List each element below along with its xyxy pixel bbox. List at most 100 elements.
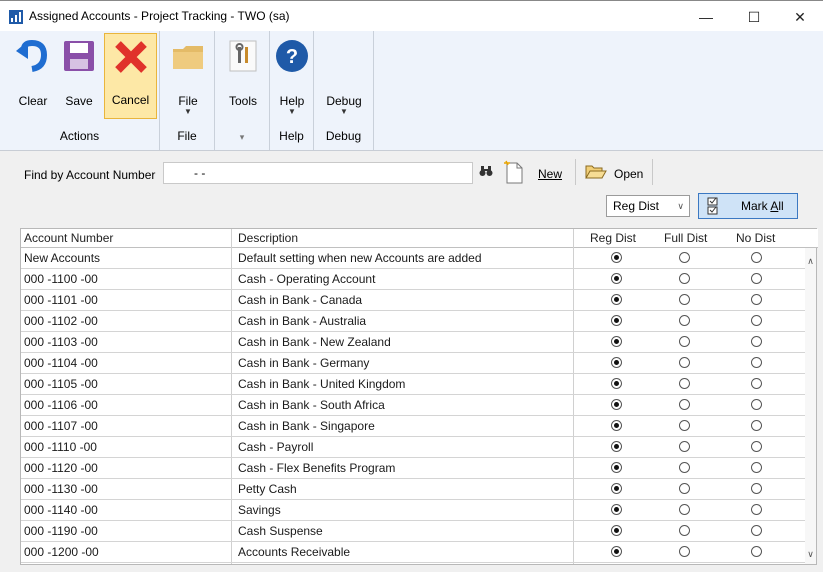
- reg-dist-radio[interactable]: [611, 525, 622, 536]
- full-dist-radio[interactable]: [679, 525, 690, 536]
- table-row[interactable]: 000 -1200 -00 Accounts Receivable: [21, 542, 806, 563]
- reg-dist-radio[interactable]: [611, 546, 622, 557]
- actions-group-label: Actions: [59, 129, 100, 143]
- save-button[interactable]: Save: [58, 37, 100, 115]
- no-dist-radio[interactable]: [751, 399, 762, 410]
- full-dist-radio[interactable]: [679, 315, 690, 326]
- table-row[interactable]: 000 -1130 -00 Petty Cash: [21, 479, 806, 500]
- table-row[interactable]: 000 -1140 -00 Savings: [21, 500, 806, 521]
- reg-dist-radio[interactable]: [611, 504, 622, 515]
- full-dist-radio[interactable]: [679, 483, 690, 494]
- full-dist-radio[interactable]: [679, 546, 690, 557]
- maximize-button[interactable]: ☐: [731, 4, 777, 30]
- reg-dist-radio[interactable]: [611, 357, 622, 368]
- reg-dist-radio[interactable]: [611, 399, 622, 410]
- tools-icon: [229, 40, 257, 72]
- table-row[interactable]: 000 -1107 -00 Cash in Bank - Singapore: [21, 416, 806, 437]
- vertical-scrollbar[interactable]: ∧ ∨: [805, 248, 816, 564]
- reg-dist-radio[interactable]: [611, 273, 622, 284]
- table-row[interactable]: New Accounts Default setting when new Acc…: [21, 248, 806, 269]
- no-dist-radio[interactable]: [751, 315, 762, 326]
- no-dist-radio[interactable]: [751, 462, 762, 473]
- folder-icon: [173, 46, 203, 69]
- table-row[interactable]: 000 -1103 -00 Cash in Bank - New Zealand: [21, 332, 806, 353]
- help-button[interactable]: ? Help ▼: [272, 37, 312, 116]
- column-account-number[interactable]: Account Number: [24, 231, 113, 245]
- file-button[interactable]: File ▼: [168, 37, 208, 116]
- close-button[interactable]: ✕: [777, 4, 823, 30]
- full-dist-radio[interactable]: [679, 441, 690, 452]
- table-row[interactable]: 000 -1190 -00 Cash Suspense: [21, 521, 806, 542]
- tools-button[interactable]: Tools: [223, 37, 263, 115]
- account-number-input[interactable]: - -: [163, 162, 473, 184]
- help-dropdown-arrow-icon: ▼: [288, 107, 296, 116]
- full-dist-radio[interactable]: [679, 504, 690, 515]
- no-dist-radio[interactable]: [751, 336, 762, 347]
- file-label: File: [178, 94, 198, 108]
- no-dist-radio[interactable]: [751, 420, 762, 431]
- description-cell: Cash Suspense: [238, 524, 323, 538]
- no-dist-radio[interactable]: [751, 504, 762, 515]
- full-dist-radio[interactable]: [679, 420, 690, 431]
- column-full-dist[interactable]: Full Dist: [664, 231, 707, 245]
- clear-button[interactable]: Clear: [12, 37, 54, 115]
- table-row[interactable]: 000 -1110 -00 Cash - Payroll: [21, 437, 806, 458]
- open-folder-icon[interactable]: [585, 163, 607, 181]
- table-row[interactable]: 000 -1120 -00 Cash - Flex Benefits Progra…: [21, 458, 806, 479]
- new-link[interactable]: New: [538, 167, 562, 181]
- description-cell: Cash in Bank - New Zealand: [238, 335, 391, 349]
- reg-dist-radio[interactable]: [611, 315, 622, 326]
- no-dist-radio[interactable]: [751, 273, 762, 284]
- column-reg-dist[interactable]: Reg Dist: [590, 231, 636, 245]
- scroll-down-icon[interactable]: ∨: [805, 549, 816, 560]
- debug-button[interactable]: Debug ▼: [322, 37, 366, 116]
- no-dist-radio[interactable]: [751, 441, 762, 452]
- full-dist-radio[interactable]: [679, 462, 690, 473]
- reg-dist-radio[interactable]: [611, 378, 622, 389]
- dist-type-select[interactable]: Reg Dist ∨: [606, 195, 690, 217]
- new-document-icon[interactable]: [503, 159, 525, 185]
- tools-group-dropdown-icon[interactable]: ▾: [215, 132, 269, 143]
- reg-dist-radio[interactable]: [611, 483, 622, 494]
- full-dist-radio[interactable]: [679, 252, 690, 263]
- reg-dist-radio[interactable]: [611, 420, 622, 431]
- no-dist-radio[interactable]: [751, 252, 762, 263]
- dist-type-value: Reg Dist: [613, 199, 660, 213]
- no-dist-radio[interactable]: [751, 483, 762, 494]
- table-row[interactable]: 000 -1101 -00 Cash in Bank - Canada: [21, 290, 806, 311]
- no-dist-radio[interactable]: [751, 357, 762, 368]
- full-dist-radio[interactable]: [679, 378, 690, 389]
- table-row[interactable]: 000 -1105 -00 Cash in Bank - United Kingd…: [21, 374, 806, 395]
- full-dist-radio[interactable]: [679, 294, 690, 305]
- full-dist-radio[interactable]: [679, 399, 690, 410]
- reg-dist-radio[interactable]: [611, 336, 622, 347]
- mark-all-button[interactable]: Mark All: [698, 193, 798, 219]
- account-number-cell: 000 -1102 -00: [24, 314, 98, 328]
- minimize-button[interactable]: —: [683, 4, 729, 30]
- debug-group: Debug ▼ Debug: [314, 31, 374, 150]
- reg-dist-radio[interactable]: [611, 462, 622, 473]
- table-row[interactable]: 000 -1102 -00 Cash in Bank - Australia: [21, 311, 806, 332]
- no-dist-radio[interactable]: [751, 546, 762, 557]
- reg-dist-radio[interactable]: [611, 252, 622, 263]
- table-row[interactable]: 000 -1104 -00 Cash in Bank - Germany: [21, 353, 806, 374]
- no-dist-radio[interactable]: [751, 525, 762, 536]
- binoculars-icon[interactable]: [479, 165, 493, 177]
- column-no-dist[interactable]: No Dist: [736, 231, 775, 245]
- full-dist-radio[interactable]: [679, 357, 690, 368]
- cancel-button[interactable]: Cancel: [104, 33, 157, 119]
- reg-dist-radio[interactable]: [611, 294, 622, 305]
- full-dist-radio[interactable]: [679, 273, 690, 284]
- full-dist-radio[interactable]: [679, 336, 690, 347]
- no-dist-radio[interactable]: [751, 378, 762, 389]
- table-row[interactable]: 000 -1106 -00 Cash in Bank - South Africa: [21, 395, 806, 416]
- file-group-label: File: [177, 129, 197, 143]
- scroll-up-icon[interactable]: ∧: [805, 256, 816, 267]
- tools-group: Tools ▾: [215, 31, 270, 150]
- no-dist-radio[interactable]: [751, 294, 762, 305]
- ribbon-toolbar: Clear Save Cancel Actions File ▼ File To…: [0, 31, 823, 151]
- column-description[interactable]: Description: [238, 231, 298, 245]
- reg-dist-radio[interactable]: [611, 441, 622, 452]
- table-row[interactable]: 000 -1100 -00 Cash - Operating Account: [21, 269, 806, 290]
- open-link[interactable]: Open: [614, 167, 643, 181]
